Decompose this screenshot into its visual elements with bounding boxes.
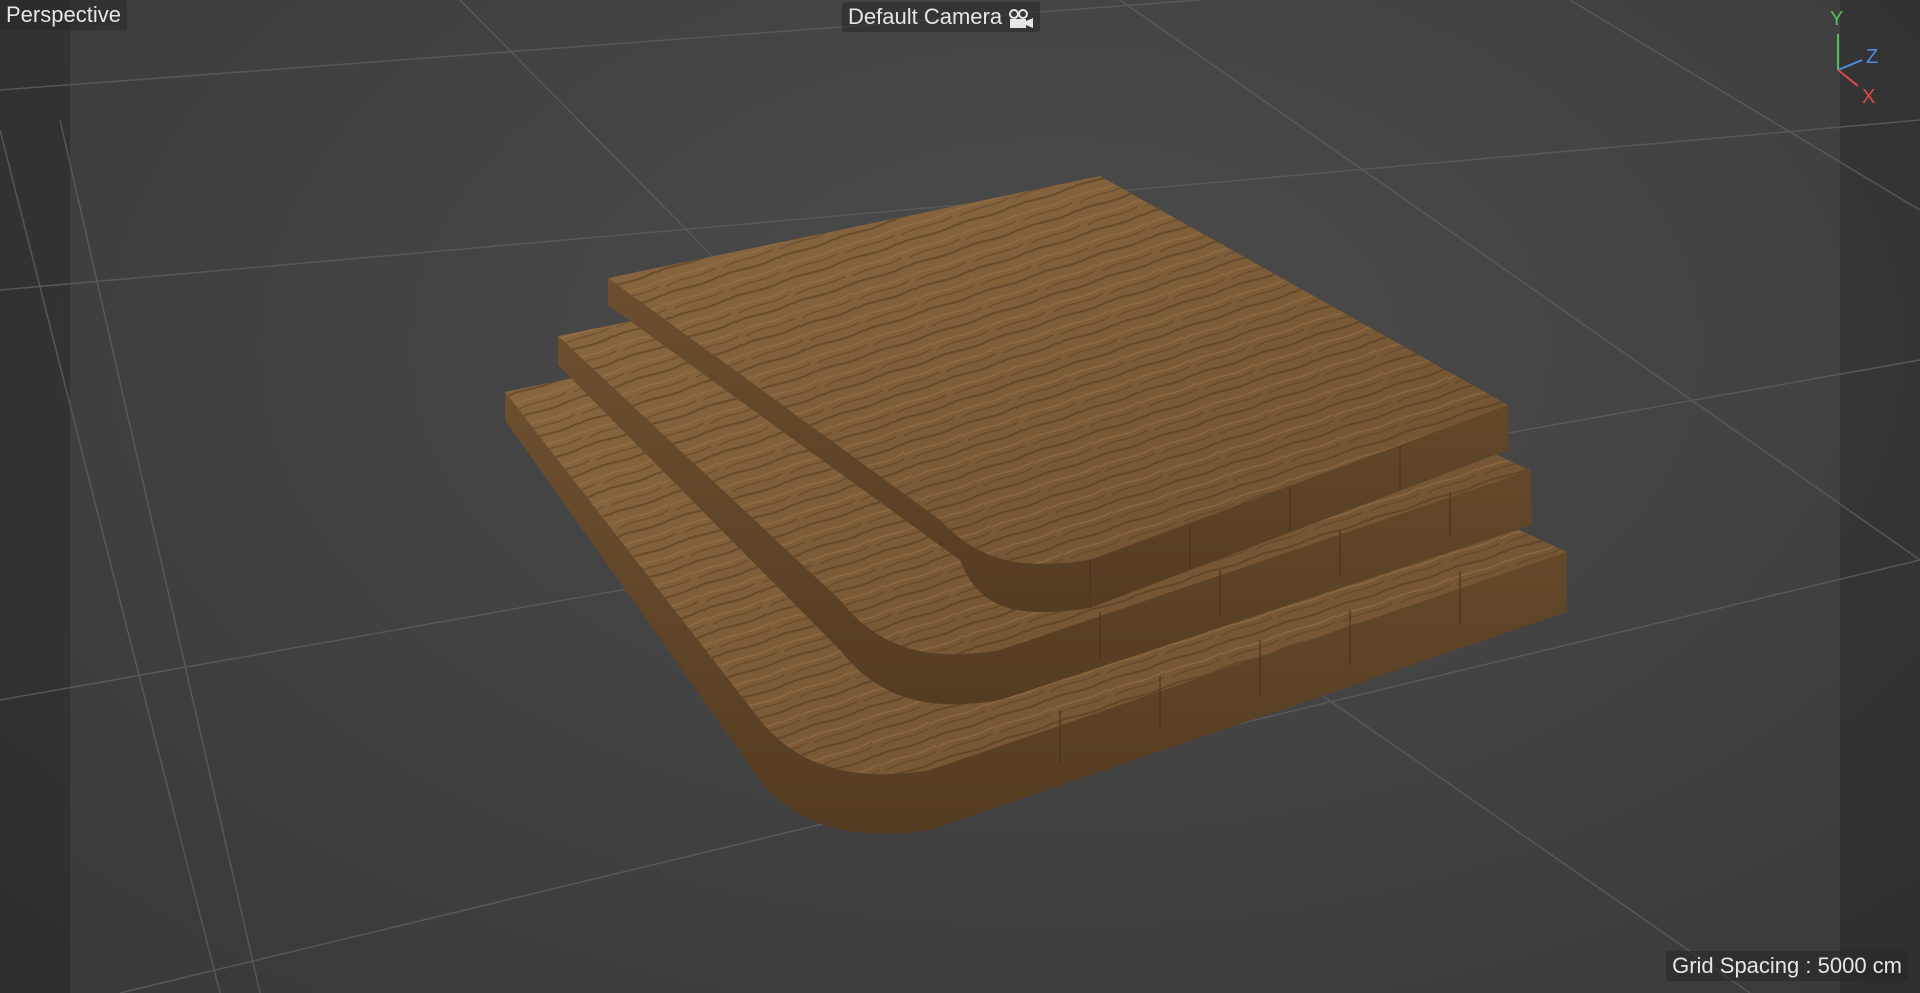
3d-viewport[interactable]: Perspective Default Camera Y Z X Grid Sp… bbox=[0, 0, 1920, 993]
viewport-scene bbox=[0, 0, 1920, 993]
camera-menu[interactable]: Default Camera bbox=[842, 2, 1041, 32]
view-mode-label: Perspective bbox=[6, 2, 121, 27]
camera-label: Default Camera bbox=[848, 4, 1003, 29]
axis-gizmo: Y Z X bbox=[1820, 8, 1910, 108]
axis-y-label: Y bbox=[1830, 8, 1844, 30]
grid-spacing-readout: Grid Spacing : 5000 cm bbox=[1666, 951, 1908, 981]
axis-x-label: X bbox=[1862, 86, 1876, 108]
wood-platform-model bbox=[505, 176, 1567, 834]
view-mode-menu[interactable]: Perspective bbox=[0, 0, 127, 30]
axis-z-label: Z bbox=[1866, 46, 1879, 68]
camera-icon bbox=[1008, 7, 1034, 28]
grid-spacing-label: Grid Spacing : 5000 cm bbox=[1672, 953, 1902, 978]
